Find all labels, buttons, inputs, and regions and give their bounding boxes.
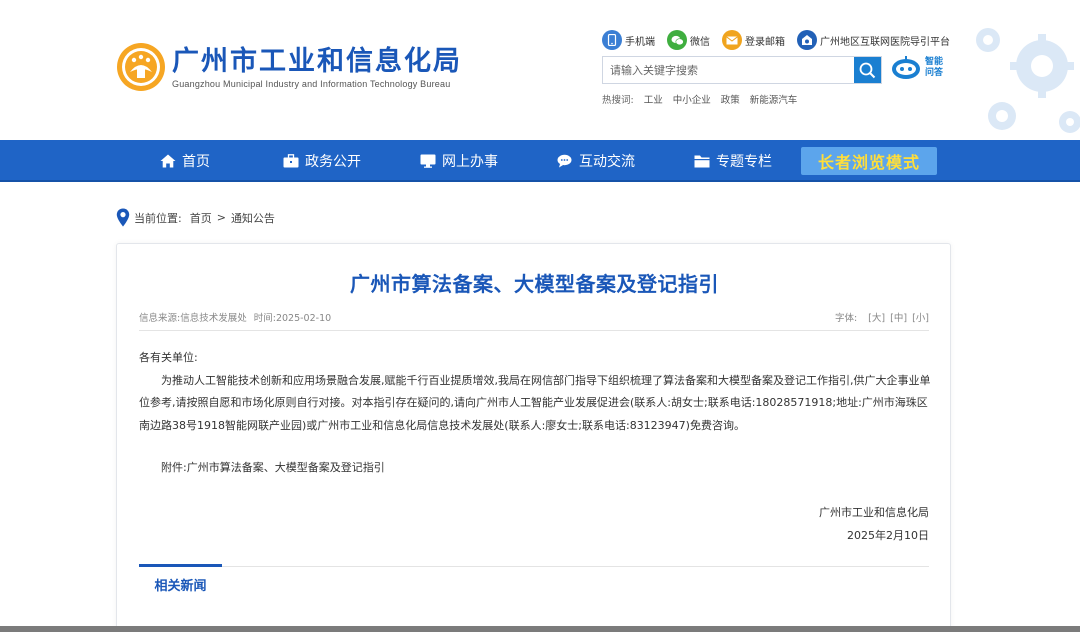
related-news-title: 相关新闻: [139, 564, 222, 594]
mail-icon: [722, 30, 742, 50]
time-label: 时间:: [253, 313, 276, 324]
folder-icon: [694, 155, 710, 168]
wechat-link[interactable]: 微信: [667, 30, 710, 50]
hot-word[interactable]: 工业: [644, 92, 663, 106]
hot-word[interactable]: 政策: [721, 92, 740, 106]
hospital-platform-label: 广州地区互联网医院导引平台: [820, 36, 950, 48]
title-divider: [139, 330, 929, 331]
window-bottom-bar: [0, 626, 1080, 632]
time-value: 2025-02-10: [275, 313, 332, 324]
smart-qa-label-2: 问答: [925, 68, 944, 78]
robot-icon: [892, 56, 920, 79]
mail-link-label: 登录邮箱: [745, 36, 785, 48]
elder-mode-button[interactable]: 长者浏览模式: [801, 147, 937, 175]
font-size-small[interactable]: [小]: [912, 313, 929, 324]
search-box: [602, 56, 882, 84]
bureau-emblem-icon: [117, 43, 165, 91]
font-size-label: 字体:: [834, 313, 858, 324]
main-nav: 首页 政务公开 网上办事 互动交流 专题专栏 长者浏览模式: [0, 140, 1080, 182]
article-attachment: 附件:广州市算法备案、大模型备案及登记指引: [139, 457, 931, 480]
site-subtitle: Guangzhou Municipal Industry and Informa…: [172, 78, 451, 89]
site-logo[interactable]: 广州市工业和信息化局 Guangzhou Municipal Industry …: [116, 42, 462, 92]
location-pin-icon: [116, 208, 130, 227]
article-paragraph: 为推动人工智能技术创新和应用场景融合发展,赋能千行百业提质增效,我局在网信部门指…: [139, 373, 931, 432]
hospital-icon: [797, 30, 817, 50]
nav-item-label: 专题专栏: [716, 154, 772, 170]
hot-word[interactable]: 新能源汽车: [750, 92, 798, 106]
article-source-time: 信息来源:信息技术发展处 时间:2025-02-10: [139, 310, 331, 324]
nav-item-special-topics[interactable]: 专题专栏: [694, 140, 772, 182]
related-news-section: 相关新闻: [139, 564, 929, 600]
hospital-platform-link[interactable]: 广州地区互联网医院导引平台: [797, 30, 950, 50]
mobile-link[interactable]: 手机端: [602, 30, 655, 50]
signature-date: 2025年2月10日: [847, 528, 929, 542]
attachment-label: 附件:: [161, 461, 187, 474]
article-body: 各有关单位: 为推动人工智能技术创新和应用场景融合发展,赋能千行百业提质增效,我…: [139, 347, 931, 480]
source-value: 信息技术发展处: [180, 313, 247, 324]
attachment-link[interactable]: 广州市算法备案、大模型备案及登记指引: [187, 461, 385, 474]
mobile-icon: [602, 30, 622, 50]
nav-item-label: 互动交流: [579, 154, 635, 170]
nav-item-interaction[interactable]: 互动交流: [557, 140, 635, 182]
site-header: 广州市工业和信息化局 Guangzhou Municipal Industry …: [0, 0, 1080, 140]
font-size-control: 字体: [大] [中] [小]: [835, 310, 929, 324]
breadcrumb-current[interactable]: 通知公告: [231, 210, 275, 226]
breadcrumb: 当前位置: 首页 > 通知公告: [116, 208, 279, 227]
article-title: 广州市算法备案、大模型备案及登记指引: [350, 272, 719, 296]
article-card: 广州市算法备案、大模型备案及登记指引 信息来源:信息技术发展处 时间:2025-…: [116, 243, 951, 632]
gears-decoration-icon: [976, 28, 1080, 133]
breadcrumb-home[interactable]: 首页: [190, 210, 212, 226]
nav-item-label: 网上办事: [442, 154, 498, 170]
mobile-link-label: 手机端: [625, 36, 655, 48]
article-meta: 信息来源:信息技术发展处 时间:2025-02-10 字体: [大] [中] […: [139, 310, 929, 324]
wechat-icon: [667, 30, 687, 50]
breadcrumb-separator: >: [216, 211, 226, 224]
chat-icon: [557, 154, 572, 168]
site-title: 广州市工业和信息化局: [172, 45, 462, 77]
smart-qa-button[interactable]: 智能 问答: [890, 55, 943, 81]
source-label: 信息来源:: [139, 313, 181, 324]
nav-item-home[interactable]: 首页: [160, 140, 210, 182]
wechat-link-label: 微信: [690, 36, 710, 48]
mail-link[interactable]: 登录邮箱: [722, 30, 785, 50]
smart-qa-label-1: 智能: [925, 57, 944, 67]
hot-search-label: 热搜词:: [602, 95, 634, 106]
article-signature: 广州市工业和信息化局 2025年2月10日: [819, 502, 929, 547]
nav-item-label: 政务公开: [305, 154, 361, 170]
nav-item-online-service[interactable]: 网上办事: [420, 140, 498, 182]
search-button[interactable]: [854, 57, 881, 83]
article-salutation: 各有关单位:: [139, 351, 198, 364]
monitor-icon: [420, 154, 436, 168]
signature-org: 广州市工业和信息化局: [819, 506, 929, 519]
search-input[interactable]: [603, 57, 854, 83]
hot-search-words: 热搜词: 工业 中小企业 政策 新能源汽车: [602, 92, 807, 106]
briefcase-icon: [283, 154, 299, 168]
breadcrumb-label: 当前位置:: [134, 211, 182, 225]
quick-links: 手机端 微信 登录邮箱 广州地区互联网医院导引平台: [602, 30, 950, 50]
search-icon: [859, 62, 876, 78]
hot-word[interactable]: 中小企业: [673, 92, 711, 106]
font-size-medium[interactable]: [中]: [890, 313, 907, 324]
home-icon: [160, 154, 176, 168]
font-size-large[interactable]: [大]: [868, 313, 885, 324]
nav-item-label: 首页: [182, 154, 210, 170]
nav-item-gov-affairs[interactable]: 政务公开: [283, 140, 361, 182]
